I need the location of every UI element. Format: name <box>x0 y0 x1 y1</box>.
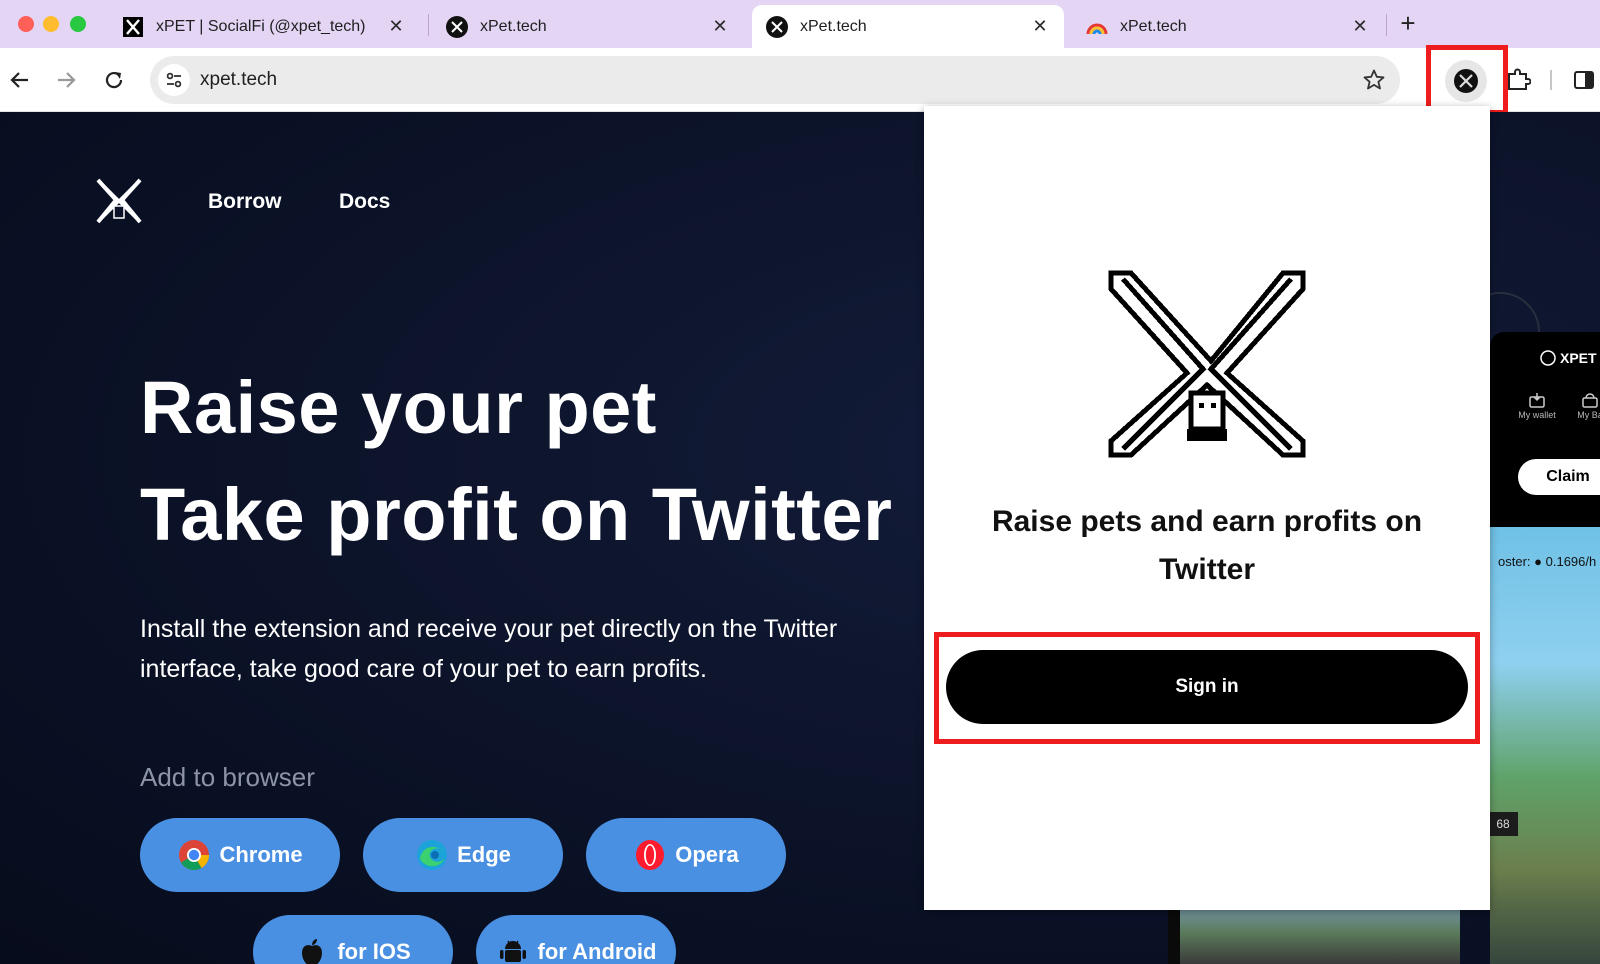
tab-title: xPet.tech <box>480 17 547 35</box>
hero-heading-line2: Take profit on Twitter <box>140 473 893 556</box>
tab-strip: xPET | SocialFi (@xpet_tech) ✕ xPet.tech… <box>0 0 1600 48</box>
side-panel-button[interactable] <box>1568 64 1600 96</box>
extension-highlight-box <box>1426 45 1508 115</box>
side-panel-icon <box>1574 71 1594 89</box>
grape-icon: ● <box>1534 554 1542 569</box>
bag-icon <box>1582 393 1598 408</box>
forward-button[interactable] <box>50 64 82 96</box>
nav-docs-link[interactable]: Docs <box>339 190 390 214</box>
tab-close-icon[interactable]: ✕ <box>1030 16 1050 37</box>
my-wallet-label: My wallet <box>1518 410 1556 420</box>
android-icon <box>496 935 530 964</box>
my-bag-label: My Ba <box>1577 410 1600 420</box>
url-text[interactable]: xpet.tech <box>200 69 277 91</box>
window-zoom-button[interactable] <box>70 16 86 32</box>
opera-label: Opera <box>675 842 739 867</box>
ios-download-button[interactable]: for IOS <box>253 915 453 964</box>
xpet-coin-icon <box>1540 350 1556 366</box>
x-logo-icon <box>122 16 144 38</box>
new-tab-button[interactable]: + <box>1393 8 1423 38</box>
preview-brand: XPET <box>1540 350 1597 366</box>
edge-download-button[interactable]: Edge <box>363 818 563 892</box>
reload-button[interactable] <box>98 64 130 96</box>
tab-title: xPET | SocialFi (@xpet_tech) <box>156 17 366 35</box>
apple-icon <box>295 935 329 964</box>
arrow-right-icon <box>58 72 76 88</box>
add-to-browser-label: Add to browser <box>140 762 315 792</box>
xpet-pixel-logo-icon <box>1108 270 1306 458</box>
chrome-label: Chrome <box>219 842 303 867</box>
tab-title: xPet.tech <box>1120 17 1187 35</box>
booster-value: 0.1696/h <box>1545 554 1597 569</box>
booster-rate: oster: ● 0.1696/h <box>1498 554 1596 569</box>
booster-label: oster: <box>1498 554 1531 569</box>
edge-icon <box>415 838 449 872</box>
android-label: for Android <box>537 939 657 964</box>
opera-icon <box>633 838 667 872</box>
claim-button[interactable]: Claim <box>1518 459 1600 495</box>
bookmark-star-icon[interactable] <box>1362 68 1386 97</box>
score-counter: 68 <box>1488 812 1518 836</box>
ios-label: for IOS <box>337 939 411 964</box>
sign-in-button[interactable]: Sign in <box>946 650 1468 724</box>
tab-xpet-twitter[interactable]: xPET | SocialFi (@xpet_tech) ✕ <box>108 5 420 48</box>
window-close-button[interactable] <box>18 16 34 32</box>
tab-xpet-1[interactable]: xPet.tech ✕ <box>432 5 744 48</box>
tab-xpet-active[interactable]: xPet.tech ✕ <box>752 5 1064 48</box>
tab-title: xPet.tech <box>800 17 867 35</box>
site-settings-icon[interactable] <box>158 64 190 96</box>
toolbar-divider <box>1550 70 1552 90</box>
window-minimize-button[interactable] <box>43 16 59 32</box>
rainbow-icon <box>1086 16 1108 38</box>
tab-close-icon[interactable]: ✕ <box>710 16 730 37</box>
tab-divider <box>1386 14 1387 36</box>
xpet-extension-popup: Raise pets and earn profits on Twitter S… <box>924 106 1490 910</box>
address-bar[interactable]: xpet.tech <box>150 56 1400 104</box>
hero-heading-line1: Raise your pet <box>140 366 657 449</box>
tab-close-icon[interactable]: ✕ <box>1350 16 1370 37</box>
pixel-art-stage <box>1180 902 1460 964</box>
chrome-icon <box>177 838 211 872</box>
xpet-icon <box>766 15 788 38</box>
my-bag-button[interactable]: My Ba <box>1570 392 1600 420</box>
my-wallet-button[interactable]: My wallet <box>1512 392 1562 420</box>
edge-label: Edge <box>457 842 511 867</box>
puzzle-icon <box>1508 68 1531 90</box>
wallet-icon <box>1529 393 1545 408</box>
preview-brand-text: XPET <box>1560 350 1597 366</box>
tab-close-icon[interactable]: ✕ <box>386 16 406 37</box>
game-scene <box>1490 527 1600 964</box>
xpet-logo-icon[interactable] <box>94 176 144 226</box>
arrow-left-icon <box>10 72 28 88</box>
hero-description: Install the extension and receive your p… <box>140 615 838 683</box>
browser-toolbar: xpet.tech <box>0 48 1600 112</box>
opera-download-button[interactable]: Opera <box>586 818 786 892</box>
android-download-button[interactable]: for Android <box>476 915 676 964</box>
xpet-icon <box>446 15 468 38</box>
chrome-download-button[interactable]: Chrome <box>140 818 340 892</box>
popup-title: Raise pets and earn profits on Twitter <box>991 505 1423 586</box>
reload-icon <box>105 71 123 89</box>
tab-xpet-3[interactable]: xPet.tech ✕ <box>1072 5 1384 48</box>
nav-borrow-link[interactable]: Borrow <box>208 190 282 214</box>
back-button[interactable] <box>4 64 36 96</box>
tab-divider <box>428 14 429 36</box>
